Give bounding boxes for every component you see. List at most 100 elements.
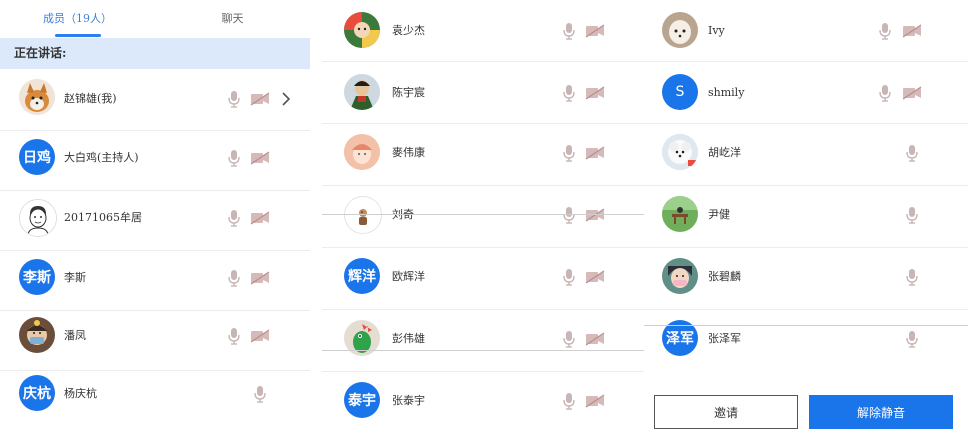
microphone-icon[interactable] (563, 392, 575, 410)
avatar: 辉洋 (344, 258, 380, 294)
avatar (662, 134, 698, 170)
avatar: 日鸡 (19, 139, 55, 175)
member-row[interactable]: 彭伟雄 (322, 310, 644, 372)
member-row[interactable]: 潘凤 (0, 309, 310, 371)
member-name: 袁少杰 (392, 24, 425, 37)
microphone-icon[interactable] (906, 144, 918, 162)
camera-off-icon[interactable] (250, 211, 270, 225)
member-row[interactable]: 陈宇宸 (322, 62, 644, 124)
avatar (344, 134, 380, 170)
avatar (344, 74, 380, 110)
camera-off-icon[interactable] (585, 86, 605, 100)
camera-off-icon[interactable] (585, 24, 605, 38)
tab-bar: 成员（19人） 聊天 (0, 0, 310, 38)
avatar (19, 79, 55, 115)
avatar (662, 12, 698, 48)
member-row[interactable]: 刘奇 (322, 186, 644, 248)
member-name: 尹健 (708, 208, 730, 221)
camera-off-icon[interactable] (585, 270, 605, 284)
avatar: 庆杭 (19, 375, 55, 411)
microphone-icon[interactable] (879, 22, 891, 40)
microphone-icon[interactable] (563, 22, 575, 40)
member-name: 大白鸡(主持人) (64, 151, 139, 164)
member-row[interactable]: 泽军 张泽军 (644, 310, 968, 371)
member-row[interactable]: 日鸡 大白鸡(主持人) (0, 129, 310, 191)
avatar (19, 317, 55, 353)
avatar (19, 199, 57, 237)
member-name: 张碧麟 (708, 270, 741, 283)
member-name: 欧辉洋 (392, 270, 425, 283)
camera-off-icon[interactable] (585, 332, 605, 346)
chevron-right-icon[interactable] (281, 92, 291, 106)
invite-button[interactable]: 邀请 (654, 395, 798, 429)
avatar (662, 196, 698, 232)
camera-off-icon[interactable] (250, 271, 270, 285)
members-panel-left: 成员（19人） 聊天 正在讲话: 赵锦雄(我) 日鸡 大白鸡(主持人) 2017… (0, 0, 310, 444)
member-name: 陈宇宸 (392, 86, 425, 99)
member-row[interactable]: 庆杭 杨庆杭 (0, 369, 310, 430)
camera-off-icon[interactable] (902, 24, 922, 38)
camera-off-icon[interactable] (250, 151, 270, 165)
microphone-icon[interactable] (906, 268, 918, 286)
member-row[interactable]: 袁少杰 (322, 0, 644, 62)
microphone-icon[interactable] (563, 268, 575, 286)
member-row[interactable]: Ivy (644, 0, 968, 62)
microphone-icon[interactable] (563, 330, 575, 348)
tab-chat[interactable]: 聊天 (155, 0, 310, 38)
member-name: 赵锦雄(我) (64, 92, 117, 105)
microphone-icon[interactable] (563, 144, 575, 162)
divider (644, 325, 968, 326)
microphone-icon[interactable] (879, 84, 891, 102)
member-row[interactable]: 胡屹洋 (644, 124, 968, 186)
member-name: shmily (708, 86, 745, 99)
active-tab-indicator (55, 34, 101, 37)
member-row[interactable]: S shmily (644, 62, 968, 124)
member-name: 20171065牟居 (64, 211, 142, 224)
microphone-icon[interactable] (228, 90, 240, 108)
microphone-icon[interactable] (228, 209, 240, 227)
avatar (662, 258, 698, 294)
member-row[interactable]: 李斯 李斯 (0, 249, 310, 311)
microphone-icon[interactable] (906, 206, 918, 224)
tab-members[interactable]: 成员（19人） (0, 0, 155, 38)
speaking-section-header: 正在讲话: (0, 38, 310, 69)
microphone-icon[interactable] (563, 84, 575, 102)
camera-off-icon[interactable] (250, 329, 270, 343)
avatar: 李斯 (19, 259, 55, 295)
member-row[interactable]: 辉洋 欧辉洋 (322, 248, 644, 310)
camera-off-icon[interactable] (585, 146, 605, 160)
avatar (344, 12, 380, 48)
microphone-icon[interactable] (563, 206, 575, 224)
member-name: 张泽军 (708, 332, 741, 345)
member-name: 麥伟康 (392, 146, 425, 159)
camera-off-icon[interactable] (585, 394, 605, 408)
camera-off-icon[interactable] (250, 92, 270, 106)
avatar: S (662, 74, 698, 110)
microphone-icon[interactable] (906, 330, 918, 348)
member-row[interactable]: 尹健 (644, 186, 968, 248)
member-row[interactable]: 泰宇 张泰宇 (322, 372, 644, 433)
unmute-all-button[interactable]: 解除静音 (809, 395, 953, 429)
camera-off-icon[interactable] (902, 86, 922, 100)
member-name: 彭伟雄 (392, 332, 425, 345)
members-panel-middle: 袁少杰 陈宇宸 麥伟康 刘奇 辉洋 欧辉洋 彭伟雄 泰宇 张泰宇 (322, 0, 644, 444)
avatar (344, 196, 382, 234)
member-name: Ivy (708, 24, 725, 37)
member-name: 杨庆杭 (64, 387, 97, 400)
member-name: 张泰宇 (392, 394, 425, 407)
microphone-icon[interactable] (228, 269, 240, 287)
member-row[interactable]: 张碧麟 (644, 248, 968, 310)
member-name: 李斯 (64, 271, 86, 284)
divider (322, 350, 644, 351)
members-panel-right: Ivy S shmily 胡屹洋 尹健 张碧麟 泽军 张泽军 邀请 解除静音 (644, 0, 968, 444)
avatar: 泰宇 (344, 382, 380, 418)
member-row[interactable]: 麥伟康 (322, 124, 644, 186)
microphone-icon[interactable] (254, 385, 266, 403)
camera-off-icon[interactable] (585, 208, 605, 222)
member-name: 胡屹洋 (708, 146, 741, 159)
microphone-icon[interactable] (228, 149, 240, 167)
member-row[interactable]: 20171065牟居 (0, 189, 310, 251)
microphone-icon[interactable] (228, 327, 240, 345)
divider (322, 214, 644, 215)
member-row[interactable]: 赵锦雄(我) (0, 69, 310, 131)
